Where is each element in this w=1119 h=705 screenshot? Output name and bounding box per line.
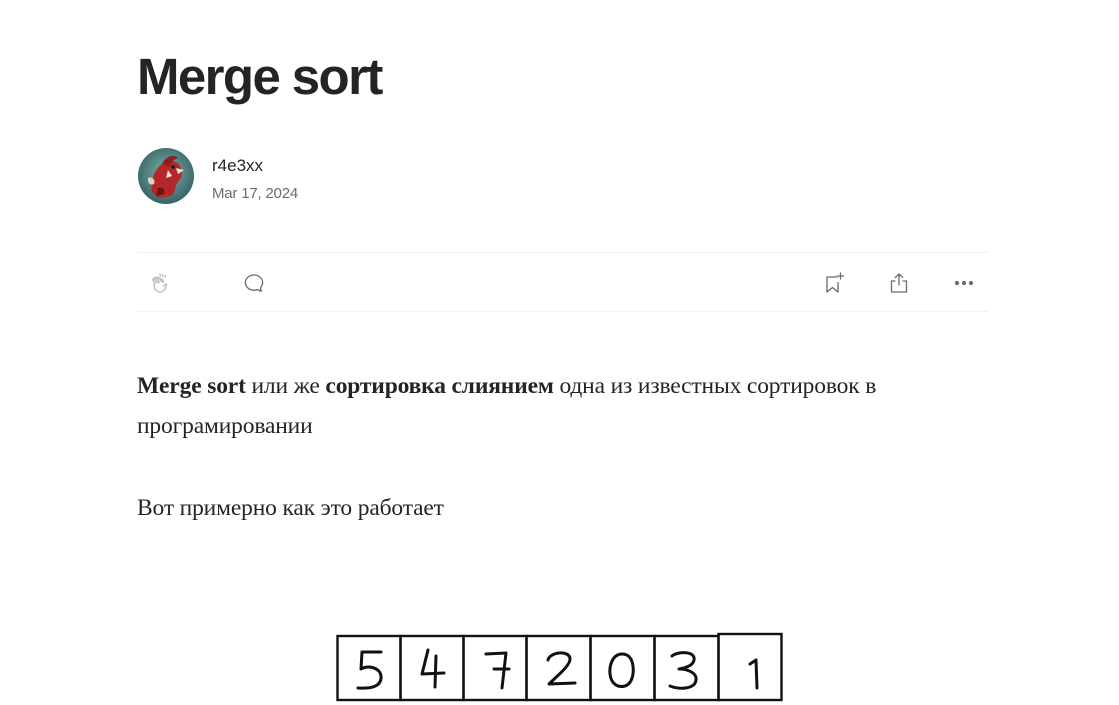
merge-sort-figure: [336, 632, 784, 705]
bookmark-add-icon: [826, 272, 845, 293]
array-cell: [399, 634, 465, 702]
comment-button[interactable]: [240, 269, 268, 297]
bold-term-merge-sort: Merge sort: [137, 373, 246, 399]
share-icon: [890, 273, 908, 293]
array-cell: [717, 632, 783, 702]
article-title: Merge sort: [137, 48, 383, 105]
author-name[interactable]: r4e3xx: [212, 155, 263, 177]
bold-term-russian: сортировка слиянием: [325, 373, 554, 399]
dragon-avatar-icon: [138, 148, 194, 204]
share-button[interactable]: [885, 269, 913, 297]
digit-mark-7: [484, 651, 511, 690]
text-fragment: или же: [245, 373, 326, 399]
paragraph-how-it-works: Вот примерно как это работает: [137, 495, 444, 521]
article-action-bar: [137, 252, 988, 312]
clap-icon: [152, 273, 168, 293]
digit-mark-0: [608, 652, 635, 688]
digit-mark-4: [420, 648, 446, 689]
save-button[interactable]: [820, 269, 848, 297]
author-byline: r4e3xx Mar 17, 2024: [137, 148, 537, 204]
array-cell: [525, 634, 592, 702]
digit-mark-5: [356, 650, 383, 690]
paragraph-intro: Merge sort или же сортировка слиянием од…: [137, 366, 988, 446]
digit-array-image: [336, 632, 783, 702]
author-avatar[interactable]: [138, 148, 194, 204]
more-icon: [954, 280, 974, 286]
digit-mark-2: [546, 651, 577, 686]
publish-date: Mar 17, 2024: [212, 185, 298, 202]
digit-mark-3: [668, 651, 698, 690]
array-cell: [589, 634, 656, 702]
comment-icon: [244, 274, 264, 292]
more-options-button[interactable]: [950, 269, 978, 297]
digit-mark-1: [748, 658, 759, 690]
clap-button[interactable]: [147, 269, 175, 297]
